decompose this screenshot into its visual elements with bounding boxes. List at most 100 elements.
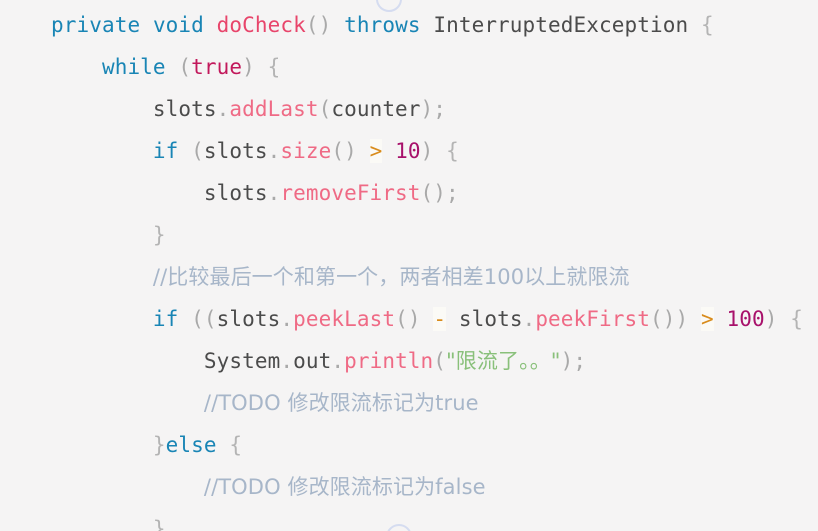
code-line[interactable]: private void doCheck() throws Interrupte…	[0, 4, 818, 46]
semicolon: ;	[446, 181, 459, 205]
operator-greater-than: >	[701, 307, 714, 331]
dot: .	[331, 349, 345, 373]
dot: .	[522, 307, 536, 331]
code-line[interactable]: slots.removeFirst();	[0, 172, 818, 214]
dot: .	[280, 307, 294, 331]
code-editor-viewport[interactable]: private void doCheck() throws Interrupte…	[0, 0, 818, 531]
open-brace: {	[700, 13, 714, 37]
open-brace: {	[267, 55, 281, 79]
code-line[interactable]: while (true) {	[0, 46, 818, 88]
code-line[interactable]: slots.addLast(counter);	[0, 88, 818, 130]
comment-line: //比较最后一个和第一个，两者相差100以上就限流	[152, 265, 630, 289]
dot: .	[267, 181, 281, 205]
right-paren: )	[764, 307, 778, 331]
method-call-addlast: addLast	[229, 97, 319, 121]
string-literal: "限流了。。"	[446, 349, 561, 373]
operator-greater-than: >	[369, 139, 383, 163]
number-literal: 10	[395, 139, 421, 163]
identifier-system: System	[203, 349, 281, 373]
code-line[interactable]: //TODO 修改限流标记为true	[0, 382, 818, 424]
semicolon: ;	[573, 349, 587, 373]
method-call-peeklast: peekLast	[293, 307, 396, 331]
right-paren: )	[242, 55, 255, 79]
parentheses: ()	[395, 307, 421, 331]
right-paren: )	[420, 97, 434, 121]
code-line[interactable]: }	[0, 214, 818, 256]
method-call-removefirst: removeFirst	[280, 181, 421, 205]
code-line[interactable]: if ((slots.peekLast() - slots.peekFirst(…	[0, 298, 818, 340]
identifier-counter: counter	[331, 97, 421, 121]
identifier-slots: slots	[458, 307, 523, 331]
parentheses: ()	[420, 181, 447, 205]
left-paren: (	[191, 139, 204, 163]
code-line[interactable]: }else {	[0, 424, 818, 466]
close-brace: }	[152, 433, 166, 457]
literal-true: true	[191, 55, 243, 79]
keyword-else: else	[165, 433, 217, 457]
left-parens: ((	[191, 307, 217, 331]
open-brace: {	[790, 307, 803, 331]
parentheses: ()	[331, 139, 357, 163]
left-paren: (	[178, 55, 192, 79]
method-name-docheck: doCheck	[216, 13, 306, 37]
type-interruptedexception: InterruptedException	[433, 13, 689, 37]
semicolon: ;	[433, 97, 447, 121]
identifier-slots: slots	[203, 181, 268, 205]
method-call-println: println	[344, 349, 434, 373]
close-brace: }	[152, 223, 166, 247]
field-out: out	[293, 349, 332, 373]
comment-todo: //TODO 修改限流标记为true	[203, 391, 479, 415]
code-line[interactable]: System.out.println("限流了。。");	[0, 340, 818, 382]
identifier-slots: slots	[216, 307, 281, 331]
close-brace: }	[152, 517, 166, 531]
dot: .	[267, 139, 281, 163]
right-paren: )	[560, 349, 574, 373]
keyword-throws: throws	[344, 13, 421, 37]
method-call-size: size	[280, 139, 332, 163]
open-brace: {	[446, 139, 459, 163]
left-paren: (	[433, 349, 447, 373]
number-literal: 100	[726, 307, 765, 331]
code-line[interactable]: }	[0, 508, 818, 531]
keyword-if: if	[152, 139, 179, 163]
code-line[interactable]: //比较最后一个和第一个，两者相差100以上就限流	[0, 256, 818, 298]
keyword-void: void	[152, 13, 204, 37]
code-content[interactable]: private void doCheck() throws Interrupte…	[0, 0, 818, 531]
parentheses: ()	[305, 13, 332, 37]
code-line[interactable]: //TODO 修改限流标记为false	[0, 466, 818, 508]
keyword-if: if	[152, 307, 179, 331]
left-paren: (	[318, 97, 332, 121]
keyword-while: while	[101, 55, 166, 79]
identifier-slots: slots	[203, 139, 268, 163]
comment-todo: //TODO 修改限流标记为false	[203, 475, 486, 499]
right-paren: )	[420, 139, 434, 163]
keyword-private: private	[50, 13, 141, 37]
code-line[interactable]: if (slots.size() > 10) {	[0, 130, 818, 172]
dot: .	[280, 349, 294, 373]
